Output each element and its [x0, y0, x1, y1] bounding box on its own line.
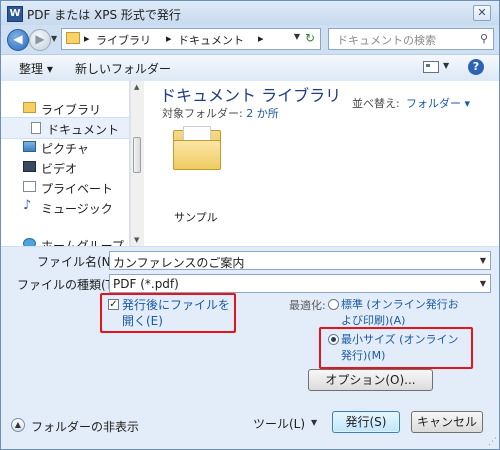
sidebar-item-private[interactable]: プライベート	[1, 177, 129, 197]
view-options-icon[interactable]	[423, 61, 439, 73]
sidebar-item-label: ライブラリ	[41, 103, 102, 117]
search-placeholder: ドキュメントの検索	[337, 34, 436, 47]
title-bar: W PDF または XPS 形式で発行 ✕	[1, 1, 499, 25]
organize-button[interactable]: 整理 ▾	[19, 60, 53, 77]
scrollbar-thumb[interactable]	[133, 137, 141, 173]
search-icon[interactable]: ⚲	[480, 32, 488, 45]
sidebar-item-homegroup[interactable]: ホームグループ	[1, 234, 129, 246]
tools-dropdown-icon[interactable]: ▼	[311, 418, 317, 427]
breadcrumb-separator: ▸	[258, 32, 264, 45]
private-icon	[23, 181, 36, 192]
collapse-arrow-icon: ▲	[11, 418, 25, 432]
save-options-panel: ファイル名(N): カンファレンスのご案内 ▼ ファイルの種類(T): PDF …	[1, 247, 499, 449]
folder-item-label[interactable]: サンプル	[174, 209, 218, 225]
document-icon	[31, 122, 41, 134]
search-input[interactable]: ドキュメントの検索 ⚲	[328, 28, 494, 50]
library-icon	[23, 102, 36, 113]
music-icon: ♪	[23, 198, 32, 213]
publish-dialog: W PDF または XPS 形式で発行 ✕ ◀ ▶ ▼ ▸ ライブラリ ▸ ドキ…	[0, 0, 500, 450]
breadcrumb-separator: ▸	[84, 32, 90, 45]
sidebar-item-label: プライベート	[41, 182, 114, 196]
view-dropdown-icon[interactable]: ▼	[443, 61, 449, 70]
target-folder-label: 対象フォルダー:	[162, 107, 243, 120]
file-list-pane: ドキュメント ライブラリ 対象フォルダー: 2 か所 並べ替え: フォルダー ▾…	[144, 81, 499, 246]
scroll-down-icon[interactable]: ▼	[134, 236, 139, 244]
filename-label: ファイル名(N):	[37, 255, 120, 269]
filename-dropdown-icon[interactable]: ▼	[480, 256, 486, 265]
homegroup-icon	[23, 238, 36, 246]
window-title: PDF または XPS 形式で発行	[27, 8, 181, 22]
sidebar-item-documents[interactable]: ドキュメント	[1, 117, 129, 139]
filetype-label: ファイルの種類(T):	[17, 278, 122, 292]
optimize-standard-radio[interactable]	[328, 299, 339, 310]
cancel-button[interactable]: キャンセル	[411, 411, 483, 433]
filetype-value: PDF (*.pdf)	[113, 277, 179, 291]
navigation-bar: ◀ ▶ ▼ ▸ ライブラリ ▸ ドキュメント ▸ ▼ ↻ ドキュメントの検索 ⚲	[1, 25, 499, 53]
new-folder-button[interactable]: 新しいフォルダー	[75, 60, 171, 77]
sidebar-item-label: ドキュメント	[47, 123, 120, 137]
sidebar-item-label: ホームグループ	[41, 239, 124, 246]
back-button[interactable]: ◀	[7, 29, 29, 51]
target-folder-link[interactable]: 2 か所	[246, 107, 279, 120]
command-toolbar: 整理 ▾ 新しいフォルダー ▼ ?	[1, 54, 499, 82]
open-after-publish-label[interactable]: 発行後にファイルを開く(E)	[122, 297, 240, 329]
history-dropdown-icon[interactable]: ▼	[51, 34, 57, 43]
resize-grip-icon[interactable]: ⋰	[488, 437, 497, 447]
options-button[interactable]: オプション(O)...	[308, 369, 433, 391]
open-after-publish-checkbox[interactable]: ✓	[108, 299, 119, 310]
sidebar-item-pictures[interactable]: ピクチャ	[1, 137, 129, 157]
navigation-pane: ライブラリ ドキュメント ピクチャ ビデオ プライベート ♪ ミュージック ホー…	[1, 81, 130, 246]
address-bar[interactable]: ▸ ライブラリ ▸ ドキュメント ▸ ▼ ↻	[61, 28, 321, 50]
sidebar-item-library[interactable]: ライブラリ	[1, 98, 129, 118]
filename-value: カンファレンスのご案内	[113, 256, 245, 270]
optimize-minimum-radio[interactable]	[328, 334, 339, 345]
breadcrumb-documents[interactable]: ドキュメント	[178, 32, 244, 48]
sidebar-item-videos[interactable]: ビデオ	[1, 157, 129, 177]
hide-folders-label: フォルダーの非表示	[31, 420, 140, 434]
picture-icon	[23, 141, 36, 152]
sort-label: 並べ替え:	[352, 97, 400, 110]
refresh-icon[interactable]: ↻	[303, 31, 317, 45]
sidebar-item-label: ビデオ	[41, 162, 78, 176]
filetype-dropdown-icon[interactable]: ▼	[480, 279, 486, 288]
forward-button[interactable]: ▶	[29, 29, 51, 51]
word-app-icon: W	[7, 6, 23, 22]
library-icon	[66, 32, 80, 44]
sidebar-item-music[interactable]: ♪ ミュージック	[1, 197, 129, 217]
help-icon[interactable]: ?	[468, 59, 484, 75]
sidebar-item-label: ピクチャ	[41, 142, 89, 156]
sort-dropdown[interactable]: フォルダー ▾	[406, 95, 470, 111]
filename-field[interactable]: カンファレンスのご案内 ▼	[109, 251, 491, 270]
publish-button[interactable]: 発行(S)	[332, 411, 400, 433]
tools-button[interactable]: ツール(L)	[253, 415, 305, 432]
sidebar-item-label: ミュージック	[41, 202, 113, 216]
optimize-label: 最適化:	[289, 299, 326, 312]
optimize-minimum-label[interactable]: 最小サイズ (オンライン発行)(M)	[341, 332, 461, 364]
scroll-up-icon[interactable]: ▲	[134, 83, 139, 91]
breadcrumb-library[interactable]: ライブラリ	[96, 32, 151, 48]
optimize-standard-label[interactable]: 標準 (オンライン発行および印刷)(A)	[341, 297, 461, 329]
library-targets: 対象フォルダー: 2 か所	[162, 105, 279, 121]
address-dropdown-icon[interactable]: ▼	[294, 32, 300, 41]
filetype-select[interactable]: PDF (*.pdf) ▼	[109, 274, 491, 293]
sidebar-scrollbar[interactable]: ▲ ▼	[130, 81, 144, 246]
video-icon	[23, 161, 36, 172]
folder-icon[interactable]	[173, 126, 221, 170]
breadcrumb-separator: ▸	[166, 32, 172, 45]
library-title: ドキュメント ライブラリ	[160, 86, 342, 105]
close-button[interactable]: ✕	[473, 5, 491, 21]
